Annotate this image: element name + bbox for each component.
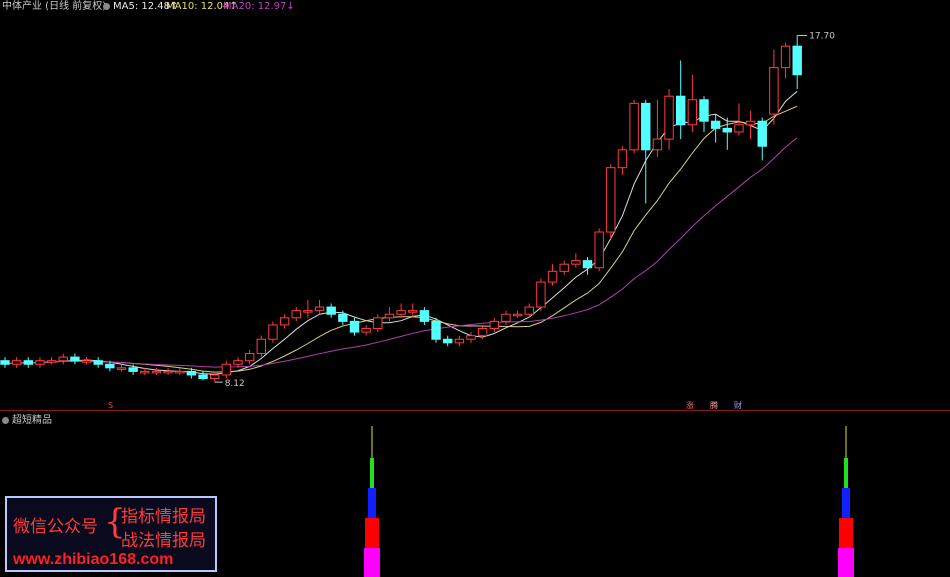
candle-up [687,99,698,126]
candle-up [524,306,534,315]
settings-dot-icon[interactable] [103,1,113,13]
candle-up [361,328,371,333]
candle-down [431,320,441,340]
candle-down [186,370,197,376]
candle-down [710,120,721,129]
candle-up [291,310,301,319]
candle-down [93,360,103,365]
signal-bar-2-blue [842,488,850,518]
candle-down [23,360,33,365]
candle-down [443,338,453,344]
candle-down [419,310,430,322]
watermark-url: www.zhibiao168.com [13,551,174,568]
signal-bar-2-red [839,518,853,548]
candle-up [547,270,558,283]
candle-up [408,310,418,313]
candle-down [792,45,802,76]
candle-up [501,313,511,322]
candle-up [151,370,162,374]
candle-down [699,99,709,122]
candle-up [384,313,395,319]
low-label: 8.12 [225,379,245,389]
candle-up [454,338,465,344]
indicator-title[interactable]: 超短精品 [2,411,52,426]
candle-up [314,306,325,312]
marker-zhang: 涨 [686,400,694,410]
candle-down [105,363,115,369]
signal-bar-2-magenta [838,548,854,577]
watermark-box: 微信公众号 { 指标情报局 战法情报局 www.zhibiao168.com [5,496,217,572]
candle-up [268,324,278,340]
candle-up [559,263,569,272]
candle-up [606,167,616,233]
candle-up [81,360,92,363]
candle-up [396,310,406,315]
candle-down [70,356,80,362]
signal-bar-2-green [844,458,848,488]
candle-up [594,231,604,269]
candle-up [664,95,674,140]
candle-down [757,120,767,147]
candlestick-chart[interactable]: 17.70 8.12 S 涨 腾 财 [0,0,950,577]
watermark-right-1: 指标情报局 [121,507,206,527]
candle-down [676,95,686,126]
candle-up [46,360,57,363]
candle-up [256,338,267,355]
candle-up [477,328,488,337]
candle-up [140,370,150,374]
signal-bar-1-blue [368,488,376,518]
candle-up [536,281,546,308]
chart-title: 中体产业 (日线 前复权) [2,1,107,12]
candle-up [629,102,639,151]
chart-window: 17.70 8.12 S 涨腾财 中体产业 (日线 前复权) MA5: 12.48↑ … [0,0,950,577]
candle-up [780,45,791,69]
candle-up [163,370,173,374]
candle-up [489,320,500,330]
marker-s: S [108,401,113,410]
candle-up [652,138,663,151]
signal-bar-1-green [370,458,374,488]
candle-down [338,313,348,322]
candle-up [512,313,523,317]
high-label: 17.70 [809,31,835,41]
candle-down [198,374,208,380]
marker-teng: 腾 [710,400,718,410]
watermark-left: 微信公众号 [13,517,98,537]
candle-up [35,360,45,365]
marker-cai: 财 [734,400,742,410]
candle-down [582,260,593,269]
watermark-right-2: 战法情报局 [121,531,206,551]
candle-up [373,317,383,330]
ma5-line [4,90,798,375]
candle-up [221,363,232,376]
candle-down [326,306,336,315]
ma10-line [4,105,798,373]
candle-up [303,310,313,313]
candle-up [233,360,243,365]
candle-down [0,360,10,365]
indicator-dot-icon [2,417,9,424]
candle-up [769,67,779,115]
candle-down [722,127,732,133]
candle-up [244,353,255,362]
candle-up [745,120,756,126]
candle-up [116,367,127,370]
signal-bar-1-magenta [364,548,380,577]
candle-down [641,102,651,151]
candle-up [571,260,581,265]
candle-up [466,335,476,340]
candle-down [349,320,360,333]
candle-up [617,149,628,169]
candle-up [210,374,220,380]
candle-up [58,356,68,362]
signal-bar-1-red [365,518,379,548]
candle-down [128,367,138,372]
candle-up [175,370,185,374]
ma20-label: MA20: 12.97↓ [223,1,295,12]
candle-up [279,317,290,326]
candle-up [734,124,744,133]
candle-up [11,360,22,365]
